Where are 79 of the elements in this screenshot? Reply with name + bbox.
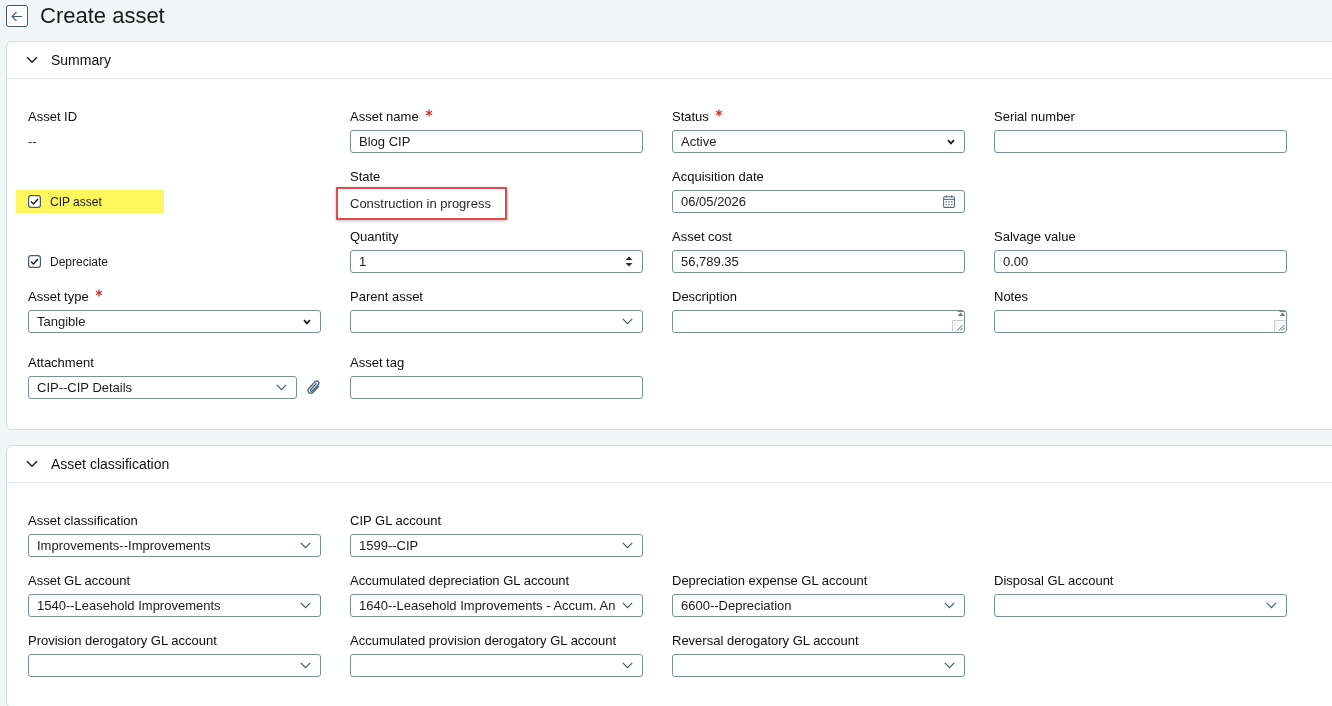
- text-field[interactable]: [994, 130, 1287, 153]
- chevron-down-icon: [300, 602, 311, 609]
- text-field[interactable]: 0.00: [994, 250, 1287, 273]
- page-title: Create asset: [40, 5, 165, 27]
- combo-field[interactable]: Improvements--Improvements: [28, 534, 321, 557]
- field-label: Accumulated depreciation GL account: [350, 573, 570, 588]
- field-label: CIP GL account: [350, 513, 442, 528]
- dropdown-field[interactable]: Active: [672, 130, 965, 153]
- arrow-left-icon: [11, 10, 23, 22]
- field-label: Disposal GL account: [994, 573, 1114, 588]
- checkbox-label: CIP asset: [50, 194, 102, 209]
- text-field[interactable]: 56,789.35: [672, 250, 965, 273]
- scroll-arrow-icon[interactable]: [957, 311, 964, 317]
- chevron-down-icon[interactable]: [26, 56, 38, 64]
- paperclip-icon[interactable]: [307, 379, 321, 396]
- combo-field[interactable]: 6600--Depreciation: [672, 594, 965, 617]
- combo-field[interactable]: CIP--CIP Details: [28, 376, 297, 399]
- resize-grip-icon[interactable]: [952, 320, 964, 332]
- scroll-arrow-icon[interactable]: [1279, 311, 1286, 317]
- field-label: Provision derogatory GL account: [28, 633, 217, 648]
- section-title[interactable]: Summary: [51, 52, 111, 68]
- field-label: Attachment: [28, 355, 94, 370]
- chevron-down-icon: [622, 602, 633, 609]
- spinner-icon[interactable]: [625, 256, 633, 267]
- field-label: Description: [672, 289, 738, 304]
- field-label: Asset classification: [28, 513, 138, 528]
- caret-down-icon: [303, 318, 311, 325]
- field-label: State: [350, 169, 381, 184]
- chevron-down-icon: [276, 384, 287, 391]
- combo-field[interactable]: 1599--CIP: [350, 534, 643, 557]
- field-label: Depreciation expense GL account: [672, 573, 868, 588]
- resize-grip-icon[interactable]: [1274, 320, 1286, 332]
- field-label: Reversal derogatory GL account: [672, 633, 859, 648]
- field-label: Status: [672, 109, 709, 124]
- chevron-down-icon: [300, 662, 311, 669]
- chevron-down-icon: [622, 662, 633, 669]
- field-value: --: [28, 133, 37, 151]
- checkbox[interactable]: [28, 195, 41, 208]
- field-label: Notes: [994, 289, 1028, 304]
- field-label: Asset tag: [350, 355, 405, 370]
- field-label: Asset name: [350, 109, 419, 124]
- field-label: Parent asset: [350, 289, 423, 304]
- chevron-down-icon: [944, 662, 955, 669]
- text-area[interactable]: [672, 310, 965, 333]
- calendar-icon[interactable]: [943, 195, 955, 208]
- number-field[interactable]: 1: [350, 250, 643, 273]
- field-label: Salvage value: [994, 229, 1076, 244]
- field-label: Acquisition date: [672, 169, 764, 184]
- dropdown-field[interactable]: Tangible: [28, 310, 321, 333]
- field-label: Accumulated provision derogatory GL account: [350, 633, 617, 648]
- text-field[interactable]: [350, 376, 643, 399]
- chevron-down-icon: [944, 602, 955, 609]
- field-label: Quantity: [350, 229, 399, 244]
- combo-field[interactable]: [350, 310, 643, 333]
- checkbox-label: Depreciate: [50, 254, 109, 269]
- field-label: Asset ID: [28, 109, 78, 124]
- combo-field[interactable]: 1540--Leasehold Improvements: [28, 594, 321, 617]
- chevron-down-icon[interactable]: [26, 460, 38, 468]
- chevron-down-icon: [622, 318, 633, 325]
- combo-field[interactable]: [994, 594, 1287, 617]
- combo-field[interactable]: [672, 654, 965, 677]
- caret-down-icon: [947, 138, 955, 145]
- back-button[interactable]: [6, 5, 28, 27]
- chevron-down-icon: [300, 542, 311, 549]
- field-label: Asset type: [28, 289, 89, 304]
- chevron-down-icon: [622, 542, 633, 549]
- field-label: Serial number: [994, 109, 1075, 124]
- combo-field[interactable]: [350, 654, 643, 677]
- field-label: Asset cost: [672, 229, 732, 244]
- combo-field[interactable]: [28, 654, 321, 677]
- section-title[interactable]: Asset classification: [51, 456, 170, 472]
- date-field[interactable]: 06/05/2026: [672, 190, 965, 213]
- checkbox[interactable]: [28, 255, 41, 268]
- text-area[interactable]: [994, 310, 1287, 333]
- field-value: Construction in progress: [350, 196, 491, 211]
- chevron-down-icon: [1266, 602, 1277, 609]
- text-field[interactable]: Blog CIP: [350, 130, 643, 153]
- combo-field[interactable]: 1640--Leasehold Improvements - Accum. An: [350, 594, 643, 617]
- field-label: Asset GL account: [28, 573, 131, 588]
